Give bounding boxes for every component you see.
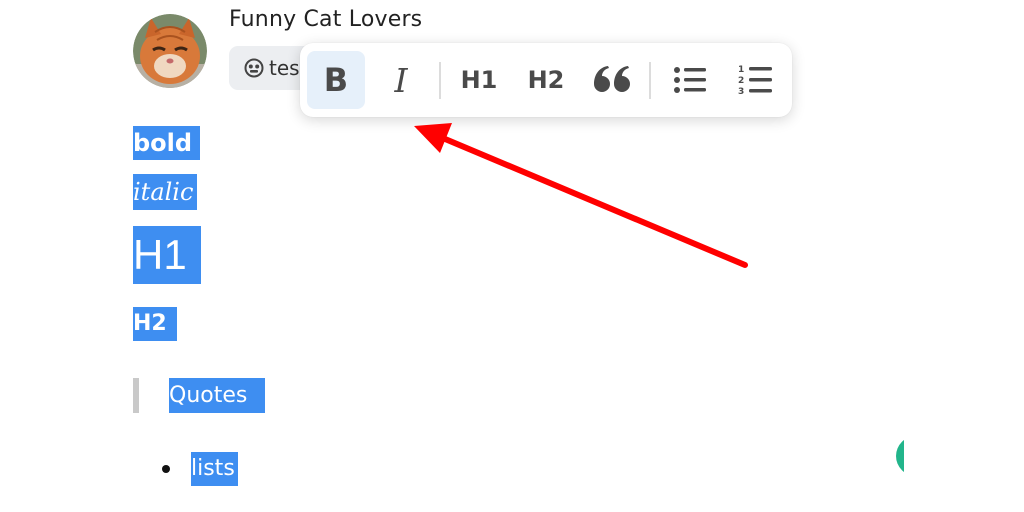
heading-2-text[interactable]: H2 — [133, 307, 177, 341]
cat-avatar-image — [133, 14, 207, 88]
bold-text[interactable]: bold — [133, 126, 200, 160]
blockquote-bar — [133, 378, 139, 413]
editor-page: Funny Cat Lovers tes B I H1 H2 1 2 3 bol… — [0, 0, 1024, 512]
italic-icon: I — [394, 60, 408, 100]
italic-text[interactable]: italic — [133, 174, 197, 210]
numbered-list-icon: 1 2 3 — [738, 65, 772, 97]
floating-action-button[interactable] — [896, 436, 904, 476]
svg-text:2: 2 — [738, 76, 744, 86]
toolbar-divider — [649, 62, 651, 99]
heading-1-icon: H1 — [460, 66, 498, 94]
bold-icon: B — [323, 61, 349, 99]
heading-1-button[interactable]: H1 — [454, 51, 504, 109]
quote-text[interactable]: Quotes — [169, 378, 265, 413]
quote-button[interactable] — [582, 51, 642, 109]
floating-action-circle — [896, 436, 904, 476]
toolbar-divider — [439, 62, 441, 99]
channel-title: Funny Cat Lovers — [229, 7, 423, 32]
channel-avatar[interactable] — [133, 14, 207, 88]
list-bullet — [162, 465, 170, 473]
heading-1-text[interactable]: H1 — [133, 226, 201, 284]
bulleted-list-button[interactable] — [664, 51, 716, 109]
emoji-face-icon — [243, 57, 265, 79]
quote-icon — [594, 66, 630, 92]
tag-chip-label: tes — [269, 56, 300, 80]
heading-2-icon: H2 — [527, 66, 565, 94]
list-item[interactable]: lists — [191, 452, 238, 486]
italic-button[interactable]: I — [373, 51, 429, 109]
bold-button[interactable]: B — [307, 51, 365, 109]
numbered-list-button[interactable]: 1 2 3 — [728, 51, 782, 109]
formatting-toolbar: B I H1 H2 1 2 3 — [300, 43, 792, 117]
bulleted-list-icon — [674, 67, 706, 93]
svg-text:3: 3 — [738, 87, 744, 97]
heading-2-button[interactable]: H2 — [520, 51, 572, 109]
svg-text:1: 1 — [738, 65, 744, 75]
